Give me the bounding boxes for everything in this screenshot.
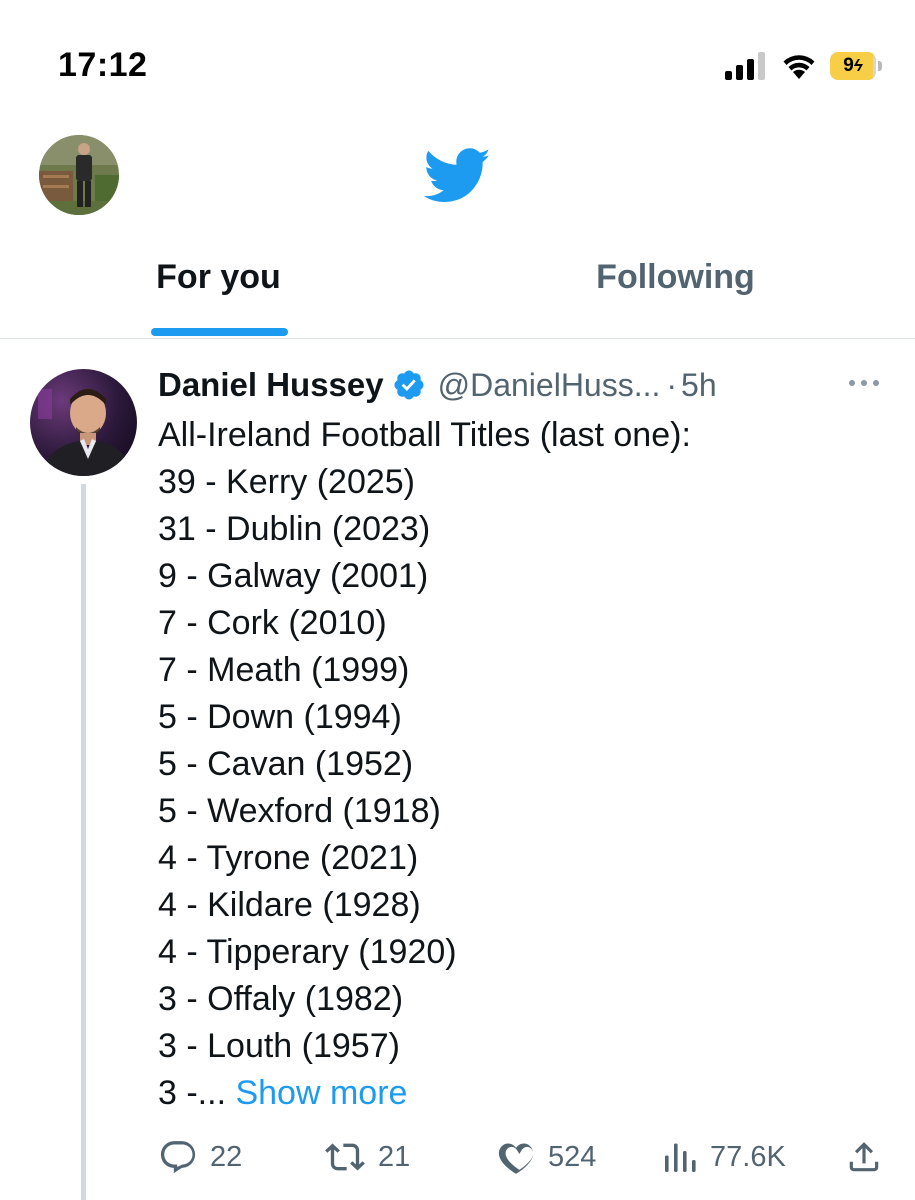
views-count: 77.6K — [710, 1140, 786, 1173]
twitter-bird-icon[interactable] — [424, 148, 492, 204]
tweet-text-line: 4 - Kildare (1928) — [158, 886, 421, 924]
retweet-count: 21 — [378, 1140, 411, 1173]
tweet-text-line: 4 - Tyrone (2021) — [158, 839, 419, 877]
tweet-actions: 22 21 524 77.6K — [0, 1135, 915, 1179]
battery-tip — [878, 61, 882, 71]
tweet-text-line: 5 - Cavan (1952) — [158, 745, 414, 783]
thread-line — [81, 484, 86, 1200]
tweet-text-line: 5 - Wexford (1918) — [158, 792, 441, 830]
battery-body: 9ϟ — [830, 52, 876, 80]
tweet-text-line: 7 - Meath (1999) — [158, 651, 410, 689]
reply-count: 22 — [210, 1140, 243, 1173]
views-icon — [665, 1143, 696, 1172]
tweet-text-truncated: 3 -... Show more — [158, 1070, 878, 1117]
battery-level: 9ϟ — [830, 52, 876, 80]
timeline-tabs: For you Following — [0, 240, 915, 339]
verified-badge-icon[interactable] — [392, 368, 426, 402]
charging-bolt-icon: ϟ — [853, 56, 863, 75]
battery-icon: 9ϟ — [830, 52, 882, 80]
tweet-text-line: 9 - Galway (2001) — [158, 557, 429, 595]
header-separator: · — [666, 366, 678, 403]
tweet-text-line: 3 - Offaly (1982) — [158, 980, 404, 1018]
wifi-icon — [783, 55, 815, 79]
retweet-button[interactable]: 21 — [324, 1135, 410, 1179]
tweet-text-line: 31 - Dublin (2023) — [158, 510, 431, 548]
tab-for-you[interactable]: For you — [0, 240, 457, 338]
retweet-icon — [325, 1143, 365, 1171]
reply-icon — [160, 1141, 196, 1174]
author-avatar[interactable] — [30, 369, 137, 476]
tweet-time[interactable]: 5h — [681, 367, 717, 404]
tab-following-label: Following — [596, 257, 755, 296]
author-handle[interactable]: @DanielHuss... — [438, 367, 661, 404]
tweet-text-line: 7 - Cork (2010) — [158, 604, 387, 642]
battery-level-value: 9 — [843, 55, 854, 76]
avatar-photo — [39, 135, 119, 215]
tweet[interactable]: Daniel Hussey @DanielHuss... · 5h All-Ir… — [0, 339, 915, 1200]
tweet-text-line: 3 - Louth (1957) — [158, 1027, 400, 1065]
status-bar: 17:12 9ϟ — [0, 0, 915, 130]
profile-avatar[interactable] — [39, 135, 119, 215]
tweet-header: Daniel Hussey @DanielHuss... · 5h — [158, 363, 717, 407]
heart-icon — [498, 1143, 534, 1174]
reply-button[interactable]: 22 — [158, 1135, 242, 1179]
tweet-text-line: 39 - Kerry (2025) — [158, 463, 415, 501]
tab-for-you-label: For you — [156, 257, 281, 296]
signal-icon — [725, 52, 765, 80]
author-avatar-photo — [30, 369, 137, 476]
tweet-text-line: 5 - Down (1994) — [158, 698, 402, 736]
truncated-text: 3 -... — [158, 1074, 236, 1112]
more-options-icon[interactable] — [844, 373, 884, 393]
share-button[interactable] — [845, 1135, 883, 1179]
active-tab-indicator — [151, 328, 288, 336]
like-button[interactable]: 524 — [496, 1135, 596, 1179]
share-icon — [849, 1142, 879, 1172]
show-more-link[interactable]: Show more — [235, 1074, 407, 1112]
author-name[interactable]: Daniel Hussey — [158, 366, 384, 404]
tweet-text: All-Ireland Football Titles (last one): … — [158, 412, 878, 1117]
tweet-text-line: 4 - Tipperary (1920) — [158, 933, 457, 971]
status-time: 17:12 — [58, 46, 148, 84]
like-count: 524 — [548, 1140, 597, 1173]
tweet-text-line: All-Ireland Football Titles (last one): — [158, 416, 691, 454]
tab-following[interactable]: Following — [457, 240, 914, 338]
views-button[interactable]: 77.6K — [662, 1135, 786, 1179]
